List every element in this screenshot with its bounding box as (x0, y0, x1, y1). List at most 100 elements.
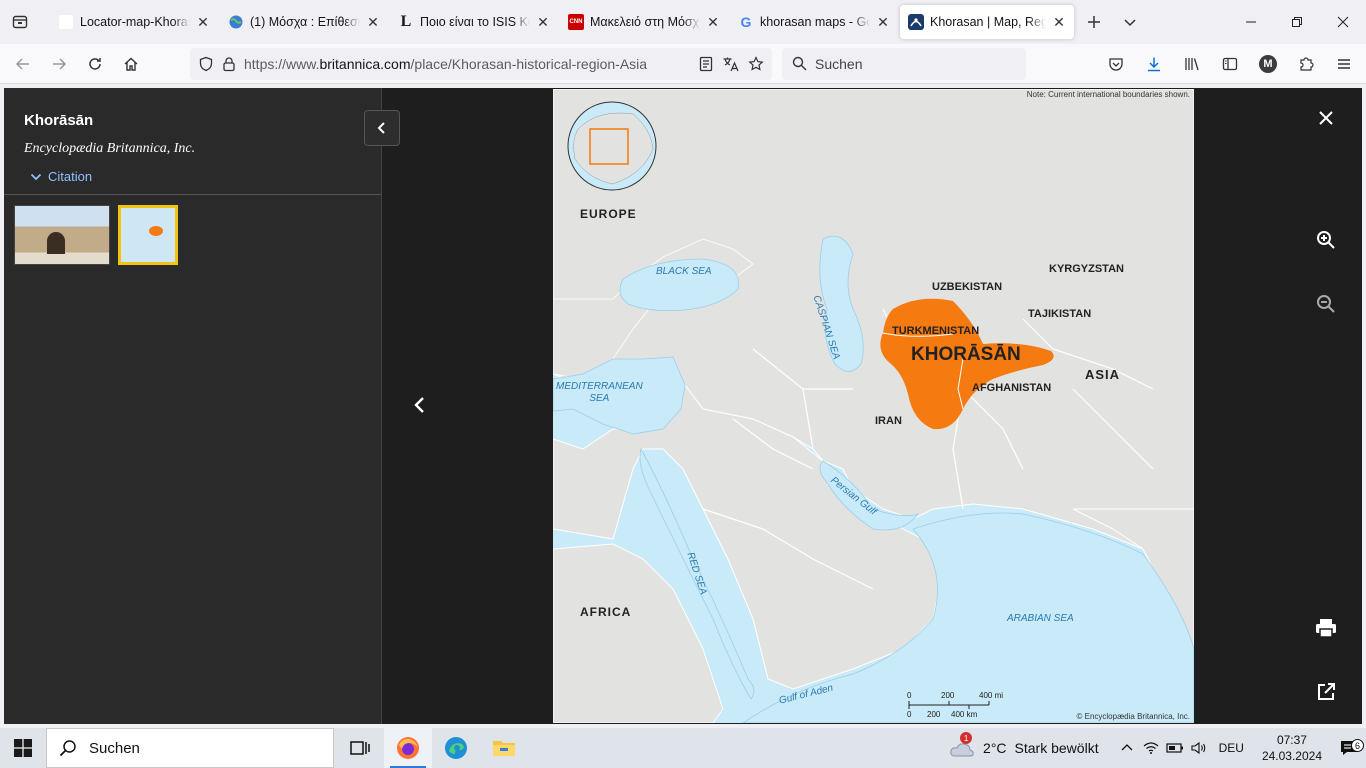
reader-view-icon[interactable] (698, 56, 714, 72)
toolbar-right: M (1098, 48, 1366, 80)
taskbar-firefox[interactable] (384, 728, 432, 768)
extensions-button[interactable] (1290, 48, 1322, 80)
clock[interactable]: 07:37 24.03.2024 (1252, 732, 1332, 764)
firefox-view-icon (12, 15, 28, 29)
navigation-toolbar: https://www.britannica.com/place/Khorasa… (0, 44, 1366, 84)
tracking-protection-shield-icon[interactable] (198, 56, 214, 72)
viewer-sidebar: Khorāsān Encyclopædia Britannica, Inc. C… (4, 88, 382, 724)
restore-button[interactable] (1274, 0, 1320, 44)
bookmark-star-icon[interactable] (748, 55, 764, 72)
weather-widget[interactable]: 1 2°C Stark bewölkt (949, 732, 1115, 758)
citation-label: Citation (48, 169, 93, 184)
task-view-icon (350, 741, 370, 755)
tab-google-search[interactable]: G khorasan maps - Goog ✕ (730, 5, 898, 39)
app-menu-button[interactable] (1328, 48, 1360, 80)
open-external-button[interactable] (1310, 676, 1342, 708)
list-all-tabs-button[interactable] (1112, 5, 1148, 39)
address-bar[interactable]: https://www.britannica.com/place/Khorasa… (190, 47, 772, 80)
start-button[interactable] (0, 728, 46, 768)
minimize-button[interactable] (1228, 0, 1274, 44)
close-window-button[interactable] (1320, 0, 1366, 44)
speaker-icon (1191, 741, 1205, 755)
sidebar-toggle-button[interactable] (1214, 48, 1246, 80)
label-mediterranean: MEDITERRANEAN (556, 381, 643, 392)
close-icon (1337, 16, 1349, 28)
system-tray: 1 2°C Stark bewölkt DEU 07:37 24.03.2024… (949, 728, 1366, 768)
show-hidden-icons-button[interactable] (1115, 728, 1139, 768)
close-tab-icon[interactable]: ✕ (196, 14, 210, 30)
forward-button[interactable] (42, 48, 76, 80)
home-button[interactable] (114, 48, 148, 80)
globe-icon (228, 14, 244, 30)
zoom-out-button[interactable] (1310, 288, 1342, 320)
tab-bar: Locator-map-Khorasan ✕ (1) Μόσχα : Επίθε… (0, 0, 1366, 44)
minimize-icon (1246, 21, 1256, 23)
tab-locator-map[interactable]: Locator-map-Khorasan ✕ (50, 5, 218, 39)
arrow-left-icon (15, 57, 29, 70)
citation-toggle[interactable]: Citation (24, 169, 361, 184)
search-icon (792, 56, 807, 71)
tab-cnn[interactable]: CNN Μακελειό στη Μόσχα ✕ (560, 5, 728, 39)
firefox-view-button[interactable] (0, 0, 40, 44)
close-tab-icon[interactable]: ✕ (876, 14, 890, 30)
close-viewer-button[interactable] (1310, 102, 1342, 134)
taskbar-search-placeholder: Suchen (89, 739, 140, 757)
thumbnail-building-photo[interactable] (14, 205, 110, 265)
close-tab-icon[interactable]: ✕ (1052, 14, 1066, 30)
reload-button[interactable] (78, 48, 112, 80)
media-thumbnails (4, 195, 381, 275)
folder-icon (493, 741, 515, 756)
previous-media-button[interactable] (408, 390, 432, 420)
volume-button[interactable] (1187, 728, 1211, 768)
chevron-left-icon (377, 122, 385, 134)
taskbar-file-explorer[interactable] (480, 728, 528, 768)
taskbar-edge[interactable] (432, 728, 480, 768)
collapse-sidebar-button[interactable] (364, 110, 400, 146)
label-khorasan: KHORĀSĀN (911, 344, 1021, 365)
thumbnail-locator-map-selected[interactable] (118, 205, 178, 265)
task-view-button[interactable] (336, 728, 384, 768)
close-tab-icon[interactable]: ✕ (366, 14, 380, 30)
external-link-icon (1318, 683, 1335, 700)
label-black-sea: BLACK SEA (656, 266, 712, 277)
battery-button[interactable] (1163, 728, 1187, 768)
close-tab-icon[interactable]: ✕ (706, 14, 720, 30)
downloads-button[interactable] (1138, 48, 1170, 80)
tab-britannica-khorasan[interactable]: Khorasan | Map, Regio ✕ (900, 5, 1074, 39)
blank-page-icon (58, 14, 74, 30)
l-logo-icon: L (400, 13, 412, 30)
translate-icon[interactable] (722, 56, 740, 72)
cloud-icon: 1 (949, 732, 975, 758)
download-icon (1148, 57, 1160, 71)
battery-icon (1165, 743, 1183, 753)
pocket-button[interactable] (1100, 48, 1132, 80)
reload-icon (89, 57, 101, 70)
notification-center-button[interactable]: 6 (1332, 738, 1366, 758)
print-button[interactable] (1310, 612, 1342, 644)
input-language[interactable]: DEU (1211, 741, 1252, 755)
account-button[interactable]: M (1252, 48, 1284, 80)
library-button[interactable] (1176, 48, 1208, 80)
tab-isis-korasan[interactable]: L Ποιο είναι το ISIS Κορ ✕ (390, 5, 558, 39)
tab-moscow-attack[interactable]: (1) Μόσχα : Επίθεση σε ✕ (220, 5, 388, 39)
url-host: britannica.com (319, 55, 411, 72)
lock-icon[interactable] (222, 56, 236, 72)
zoom-in-button[interactable] (1310, 224, 1342, 256)
media-title: Khorāsān (24, 112, 94, 129)
arrow-right-icon (53, 57, 67, 70)
search-placeholder: Suchen (815, 55, 863, 72)
taskbar-search-box[interactable]: Suchen (46, 728, 334, 768)
url-text[interactable]: https://www.britannica.com/place/Khorasa… (244, 56, 690, 72)
scale-mi-200: 200 (941, 691, 955, 700)
puzzle-piece-icon (1300, 56, 1314, 71)
web-search-box[interactable]: Suchen (782, 47, 1026, 80)
back-button[interactable] (6, 48, 40, 80)
scale-km-200: 200 (927, 710, 941, 719)
map-scale-bar: 0 200 400 mi 0 200 400 km (907, 691, 1011, 719)
close-tab-icon[interactable]: ✕ (536, 14, 550, 30)
label-uzbekistan: UZBEKISTAN (932, 281, 1003, 293)
network-button[interactable] (1139, 728, 1163, 768)
new-tab-button[interactable] (1076, 5, 1112, 39)
printer-icon (1316, 619, 1336, 638)
firefox-icon (397, 737, 419, 759)
